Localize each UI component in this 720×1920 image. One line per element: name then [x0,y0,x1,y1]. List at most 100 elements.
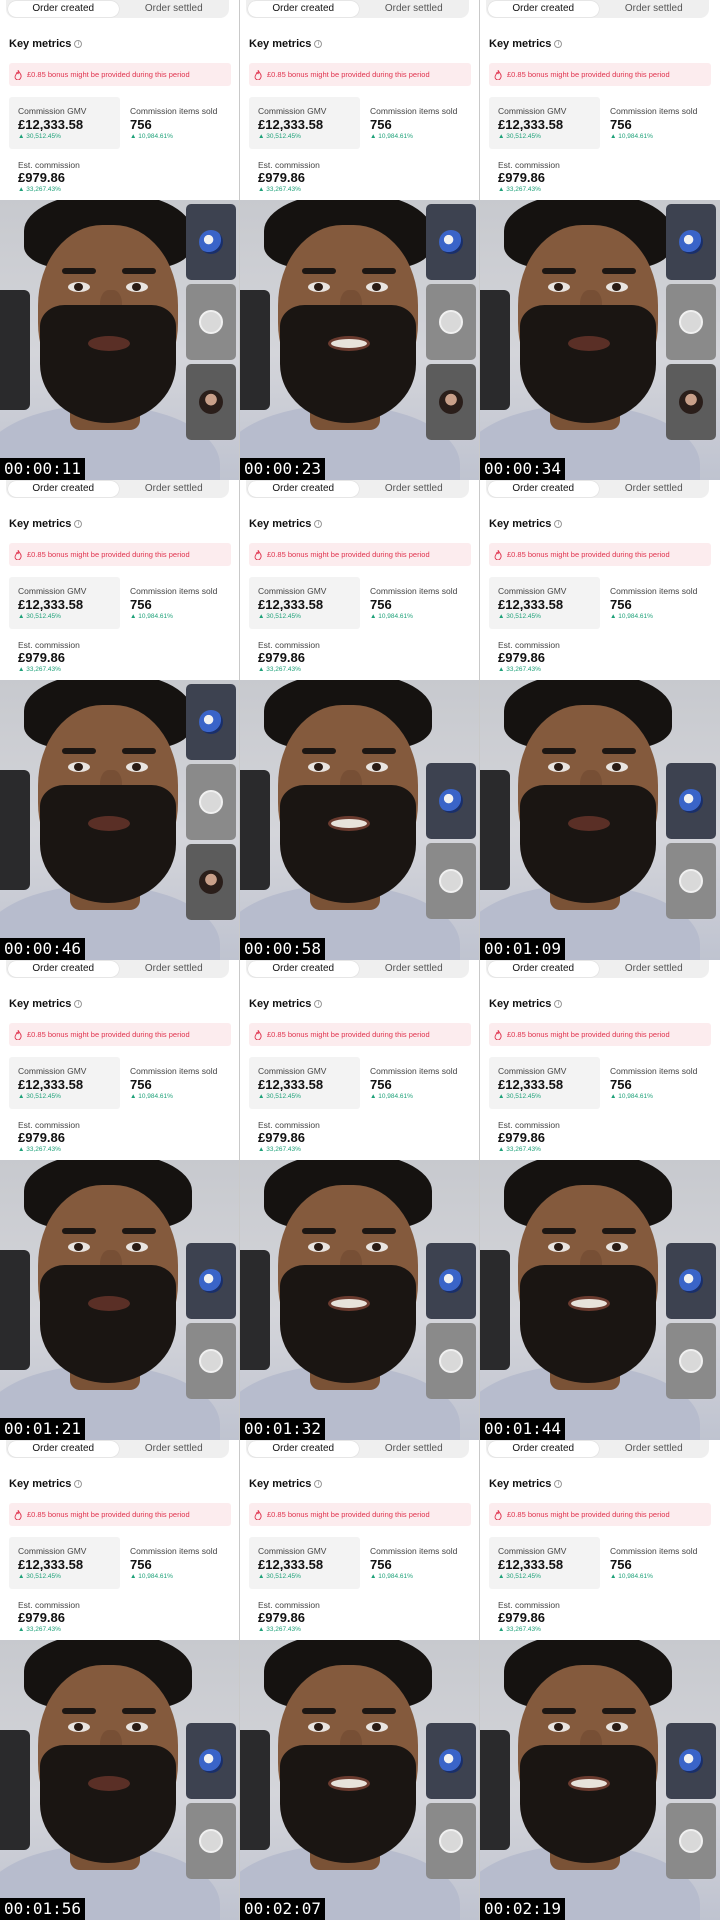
participant-thumbnail[interactable] [186,844,236,920]
beard [280,785,416,903]
participant-thumbnail[interactable] [666,1723,716,1799]
participant-thumbnail[interactable] [666,763,716,839]
participant-thumbnail[interactable] [666,843,716,919]
flame-icon [254,1029,262,1040]
tab-order-created[interactable]: Order created [8,481,119,497]
gmv-value: £12,333.58 [498,1077,564,1092]
section-title: Key metrics i [249,998,323,1010]
participant-thumbnail[interactable] [186,684,236,760]
participant-thumbnail[interactable] [186,364,236,440]
info-icon[interactable]: i [74,520,83,528]
tab-order-settled[interactable]: Order settled [359,480,470,498]
items-sold-value: 756 [610,597,632,612]
tab-order-created[interactable]: Order created [248,481,359,497]
info-icon[interactable]: i [74,1000,83,1008]
tab-order-created[interactable]: Order created [488,961,599,977]
info-icon[interactable]: i [74,1480,83,1488]
video-frame: Order created Order settled Key metrics … [240,480,480,960]
commission-change: ▲ 33,267.43% [18,186,61,193]
mouth [568,816,610,831]
participant-thumbnail[interactable] [426,763,476,839]
items-sold-value: 756 [370,597,392,612]
left-eyebrow [542,1228,576,1234]
webcam-video: 00:00:23 [240,200,479,480]
mouth [328,816,370,831]
participant-thumbnail[interactable] [666,1323,716,1399]
bonus-notice: £0.85 bonus might be provided during thi… [9,1023,231,1046]
participant-thumbnail[interactable] [426,843,476,919]
tab-order-settled[interactable]: Order settled [599,960,710,978]
participant-thumbnail[interactable] [426,1243,476,1319]
participant-thumbnail[interactable] [426,204,476,280]
participant-thumbnail[interactable] [186,1723,236,1799]
chair [240,770,270,890]
commission-change: ▲ 33,267.43% [498,666,541,673]
participant-thumbnail[interactable] [426,1803,476,1879]
video-frame: Order created Order settled Key metrics … [240,1440,480,1920]
participant-thumbnail[interactable] [186,1323,236,1399]
info-icon[interactable]: i [314,40,323,48]
tab-order-settled[interactable]: Order settled [119,960,230,978]
tab-order-settled[interactable]: Order settled [599,0,710,18]
bonus-notice-text: £0.85 bonus might be provided during thi… [507,70,670,79]
info-icon[interactable]: i [314,1480,323,1488]
tab-order-created[interactable]: Order created [488,1441,599,1457]
tab-order-created[interactable]: Order created [8,1,119,17]
info-icon[interactable]: i [554,520,563,528]
info-icon[interactable]: i [314,520,323,528]
participant-thumbnail[interactable] [426,364,476,440]
beard [40,785,176,903]
info-icon[interactable]: i [554,40,563,48]
participant-thumbnail[interactable] [426,1723,476,1799]
left-eye [548,1242,570,1252]
key-metrics-heading: Key metrics [489,1478,552,1490]
tab-order-settled[interactable]: Order settled [119,480,230,498]
items-sold-value: 756 [130,1077,152,1092]
info-icon[interactable]: i [74,40,83,48]
participant-thumbnail[interactable] [186,764,236,840]
section-title: Key metrics i [489,998,563,1010]
info-icon[interactable]: i [554,1480,563,1488]
participant-thumbnail[interactable] [186,204,236,280]
participant-thumbnail[interactable] [666,364,716,440]
tab-order-settled[interactable]: Order settled [119,0,230,18]
chair [480,1730,510,1850]
tab-order-settled[interactable]: Order settled [359,1440,470,1458]
participant-thumbnail[interactable] [666,1243,716,1319]
participant-thumbnail[interactable] [666,204,716,280]
items-sold-label: Commission items sold [370,586,458,596]
right-eye [366,1242,388,1252]
key-metrics-heading: Key metrics [489,518,552,530]
items-sold-label: Commission items sold [610,586,698,596]
participant-thumbnail[interactable] [186,1243,236,1319]
tab-order-settled[interactable]: Order settled [119,1440,230,1458]
info-icon[interactable]: i [554,1000,563,1008]
commission-label: Est. commission [258,1600,320,1610]
tab-order-created[interactable]: Order created [248,961,359,977]
participant-thumbnail[interactable] [186,1803,236,1879]
video-frame: Order created Order settled Key metrics … [0,960,240,1440]
gmv-label: Commission GMV [258,106,327,116]
participant-thumbnail[interactable] [666,1803,716,1879]
tab-order-created[interactable]: Order created [488,1,599,17]
tab-order-created[interactable]: Order created [8,961,119,977]
tab-order-settled[interactable]: Order settled [359,960,470,978]
tab-order-created[interactable]: Order created [248,1441,359,1457]
tab-order-settled[interactable]: Order settled [599,1440,710,1458]
gmv-label: Commission GMV [258,1066,327,1076]
participant-thumbnail[interactable] [426,1323,476,1399]
participant-thumbnail[interactable] [426,284,476,360]
tab-order-created[interactable]: Order created [8,1441,119,1457]
left-eye [308,762,330,772]
tab-order-created[interactable]: Order created [248,1,359,17]
tab-order-created[interactable]: Order created [488,481,599,497]
flame-icon [14,69,22,80]
order-tabs: Order created Order settled [486,1440,709,1458]
participant-thumbnail[interactable] [186,284,236,360]
items-sold-value: 756 [130,1557,152,1572]
tab-order-settled[interactable]: Order settled [359,0,470,18]
tab-order-settled[interactable]: Order settled [599,480,710,498]
commission-value: £979.86 [258,1130,305,1145]
participant-thumbnail[interactable] [666,284,716,360]
info-icon[interactable]: i [314,1000,323,1008]
